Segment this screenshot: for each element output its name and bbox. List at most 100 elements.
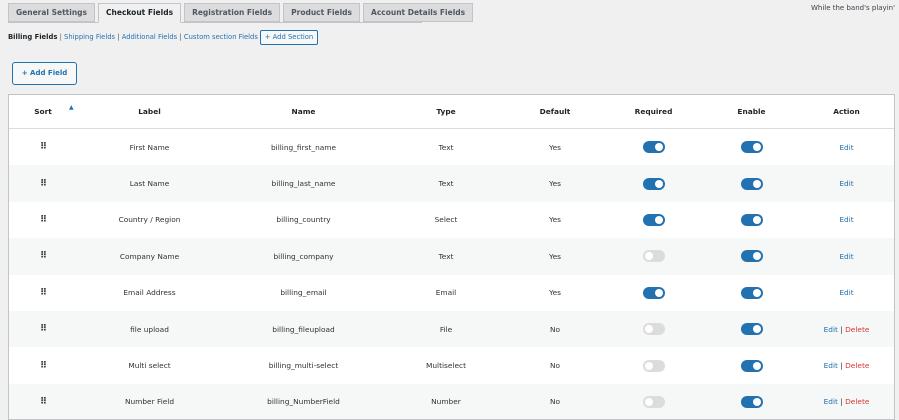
field-default-cell: No bbox=[549, 397, 561, 407]
edit-link[interactable]: Edit bbox=[824, 361, 838, 370]
field-default-cell: Yes bbox=[549, 142, 561, 152]
field-default-cell: No bbox=[549, 361, 561, 371]
action-cell: Edit bbox=[799, 252, 894, 261]
toggle-knob bbox=[644, 252, 653, 261]
toggle-knob bbox=[644, 361, 653, 370]
column-header-name: Name bbox=[291, 107, 316, 116]
drag-handle-icon[interactable]: ⠿ bbox=[40, 215, 47, 225]
enable-toggle[interactable] bbox=[740, 213, 763, 226]
enable-toggle-cell bbox=[704, 323, 799, 336]
enable-toggle[interactable] bbox=[740, 323, 763, 336]
action-cell: Edit | Delete bbox=[799, 397, 894, 406]
table-row: ⠿ Last Name billing_last_name Text Yes Edit bbox=[9, 165, 894, 202]
drag-handle-icon[interactable]: ⠿ bbox=[40, 179, 47, 189]
field-type-cell: File bbox=[439, 324, 453, 334]
required-toggle-cell bbox=[603, 213, 704, 226]
tab-registration-fields[interactable]: Registration Fields bbox=[184, 3, 281, 22]
tab-account-details-fields[interactable]: Account Details Fields bbox=[363, 3, 474, 22]
drag-handle-icon[interactable]: ⠿ bbox=[40, 397, 47, 407]
table-row: ⠿ file upload billing_fileupload File No Edit… bbox=[9, 310, 894, 348]
add-section-button[interactable]: + Add Section bbox=[260, 30, 318, 45]
edit-link[interactable]: Edit bbox=[839, 215, 853, 224]
enable-toggle[interactable] bbox=[740, 359, 763, 372]
field-name-cell: billing_multi-select bbox=[268, 361, 339, 371]
action-cell: Edit bbox=[799, 179, 894, 188]
delete-link[interactable]: Delete bbox=[845, 325, 869, 334]
table-row: ⠿ Company Name billing_company Text Yes Edit bbox=[9, 238, 894, 275]
enable-toggle[interactable] bbox=[740, 141, 763, 154]
add-field-button[interactable]: + Add Field bbox=[12, 62, 77, 85]
drag-handle-icon[interactable]: ⠿ bbox=[40, 324, 47, 334]
column-header-enable: Enable bbox=[737, 107, 766, 116]
drag-handle-icon[interactable]: ⠿ bbox=[40, 142, 47, 152]
subnav-additional-fields[interactable]: Additional Fields bbox=[122, 33, 178, 41]
required-toggle[interactable] bbox=[642, 395, 665, 408]
edit-link[interactable]: Edit bbox=[839, 288, 853, 297]
sort-cell: ⠿ bbox=[9, 361, 77, 371]
field-type-cell: Email bbox=[435, 288, 457, 298]
field-name-cell: billing_NumberField bbox=[267, 397, 340, 407]
tab-general-settings[interactable]: General Settings bbox=[8, 3, 96, 22]
table-row: ⠿ First Name billing_first_name Text Yes Edit bbox=[9, 129, 894, 165]
sort-cell: ⠿ bbox=[9, 324, 77, 334]
subnav-shipping-fields[interactable]: Shipping Fields bbox=[64, 33, 115, 41]
field-label-cell: Email Address bbox=[123, 288, 176, 298]
required-toggle[interactable] bbox=[642, 141, 665, 154]
delete-link[interactable]: Delete bbox=[845, 361, 869, 370]
edit-link[interactable]: Edit bbox=[839, 143, 853, 152]
action-cell: Edit bbox=[799, 288, 894, 297]
required-toggle[interactable] bbox=[642, 250, 665, 263]
delete-link[interactable]: Delete bbox=[845, 397, 869, 406]
field-default-cell: Yes bbox=[549, 179, 561, 189]
settings-tabs: General Settings Checkout Fields Registr… bbox=[8, 3, 474, 23]
field-type-cell: Text bbox=[438, 142, 454, 152]
toggle-knob bbox=[654, 179, 663, 188]
table-header-row: Sort ▲ Label Name Type Default Required … bbox=[9, 95, 894, 129]
enable-toggle[interactable] bbox=[740, 286, 763, 299]
edit-link[interactable]: Edit bbox=[839, 179, 853, 188]
field-name-cell: billing_last_name bbox=[271, 179, 336, 189]
required-toggle-cell bbox=[603, 141, 704, 154]
required-toggle[interactable] bbox=[642, 359, 665, 372]
column-header-label: Label bbox=[138, 107, 161, 116]
enable-toggle-cell bbox=[704, 177, 799, 190]
field-default-cell: Yes bbox=[549, 251, 561, 261]
subnav-custom-section-fields[interactable]: Custom section Fields bbox=[184, 33, 258, 41]
tab-product-fields[interactable]: Product Fields bbox=[283, 3, 361, 22]
enable-toggle[interactable] bbox=[740, 177, 763, 190]
edit-link[interactable]: Edit bbox=[824, 397, 838, 406]
column-header-sort[interactable]: Sort ▲ bbox=[9, 104, 77, 116]
field-type-cell: Number bbox=[431, 397, 461, 407]
action-cell: Edit | Delete bbox=[799, 361, 894, 370]
required-toggle[interactable] bbox=[642, 213, 665, 226]
sort-cell: ⠿ bbox=[9, 215, 77, 225]
action-cell: Edit bbox=[799, 215, 894, 224]
subnav-billing-fields[interactable]: Billing Fields bbox=[8, 33, 57, 41]
sort-cell: ⠿ bbox=[9, 179, 77, 189]
field-label-cell: Number Field bbox=[124, 397, 175, 407]
drag-handle-icon[interactable]: ⠿ bbox=[40, 288, 47, 298]
enable-toggle[interactable] bbox=[740, 250, 763, 263]
action-cell: Edit | Delete bbox=[799, 325, 894, 334]
toggle-knob bbox=[654, 215, 663, 224]
column-header-required: Required bbox=[634, 107, 673, 116]
drag-handle-icon[interactable]: ⠿ bbox=[40, 361, 47, 371]
required-toggle[interactable] bbox=[642, 323, 665, 336]
sort-header-label: Sort bbox=[34, 107, 52, 116]
field-label-cell: Multi select bbox=[128, 361, 171, 371]
tab-checkout-fields[interactable]: Checkout Fields bbox=[98, 3, 182, 23]
sort-arrow-icon[interactable]: ▲ bbox=[69, 104, 74, 111]
column-header-default: Default bbox=[539, 107, 571, 116]
required-toggle-cell bbox=[603, 359, 704, 372]
edit-link[interactable]: Edit bbox=[839, 252, 853, 261]
drag-handle-icon[interactable]: ⠿ bbox=[40, 251, 47, 261]
enable-toggle[interactable] bbox=[740, 395, 763, 408]
action-cell: Edit bbox=[799, 143, 894, 152]
required-toggle[interactable] bbox=[642, 286, 665, 299]
edit-link[interactable]: Edit bbox=[824, 325, 838, 334]
sort-cell: ⠿ bbox=[9, 142, 77, 152]
required-toggle[interactable] bbox=[642, 177, 665, 190]
toggle-knob bbox=[654, 288, 663, 297]
field-name-cell: billing_email bbox=[280, 288, 327, 298]
enable-toggle-cell bbox=[704, 395, 799, 408]
